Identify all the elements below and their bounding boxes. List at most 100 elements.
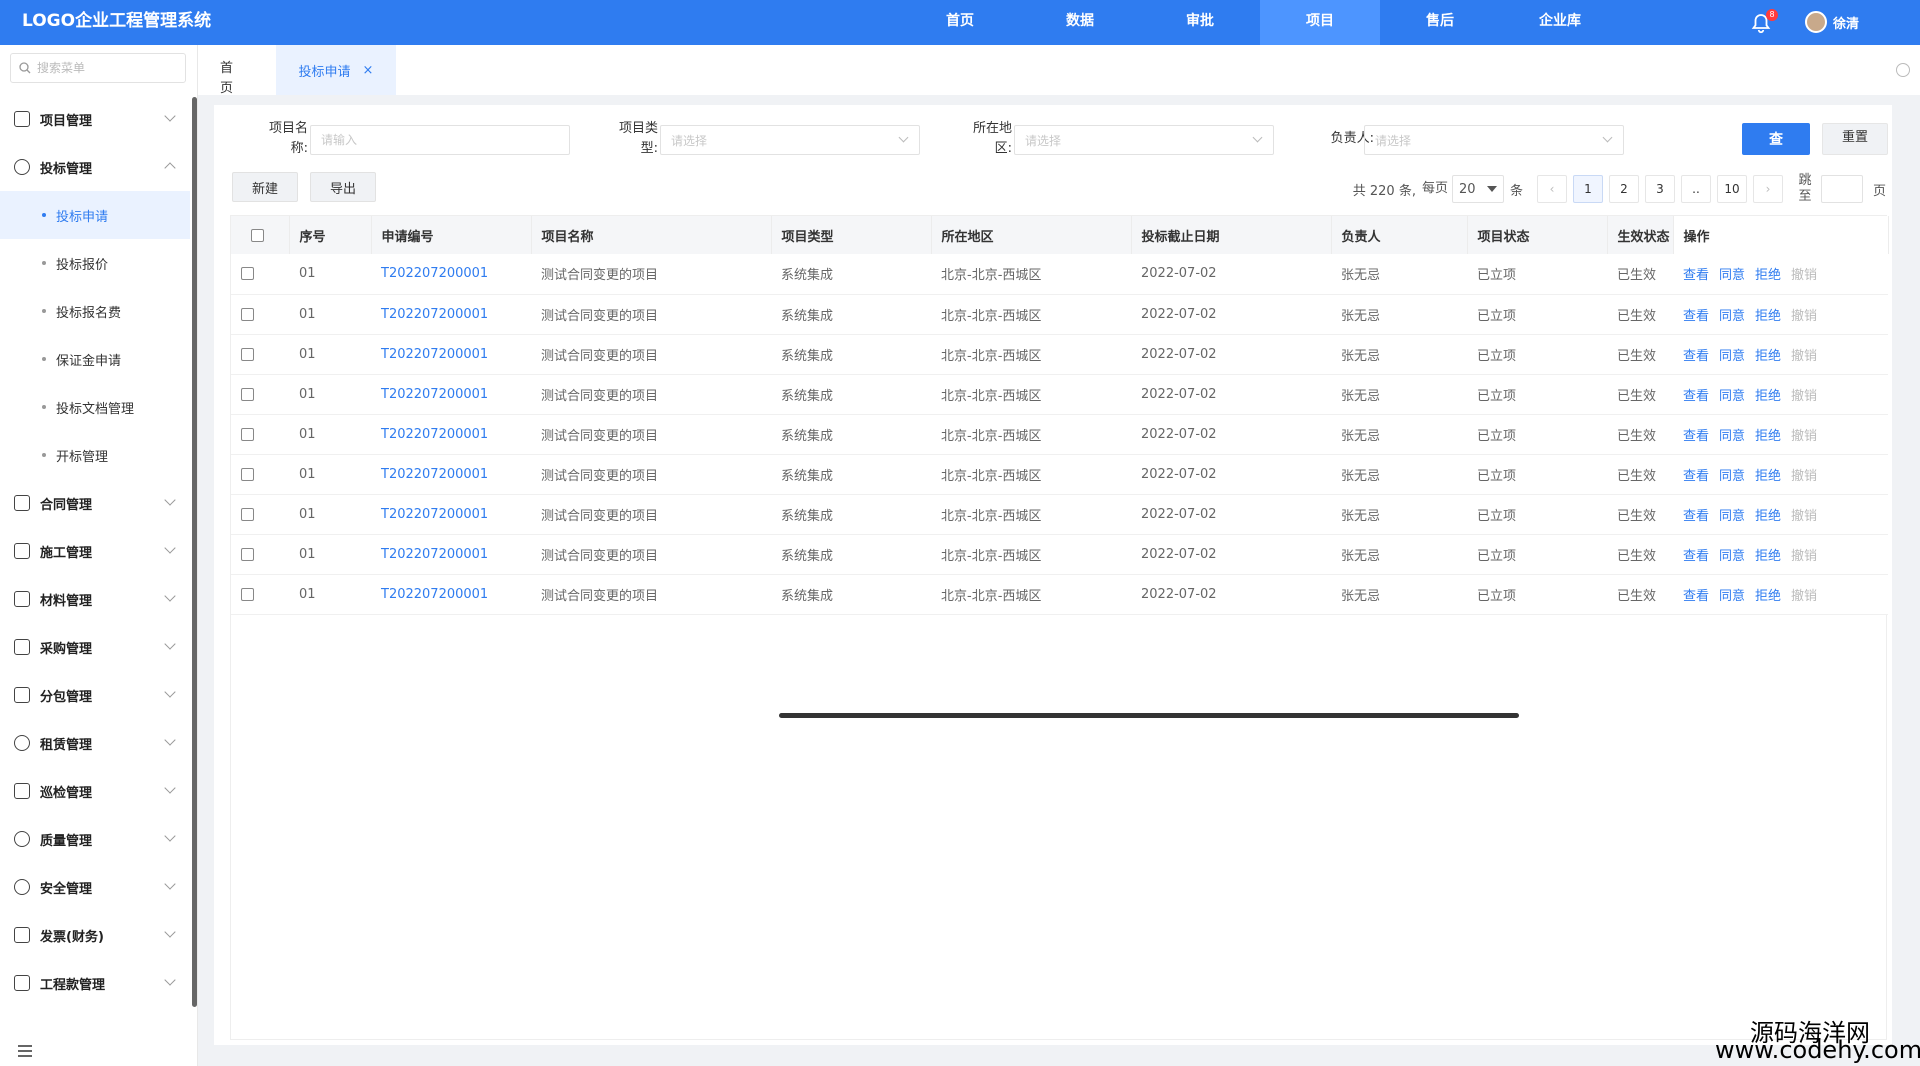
user-menu[interactable]: 徐清 xyxy=(1805,10,1859,34)
reject-button[interactable]: 拒绝 xyxy=(1755,349,1781,364)
table-row[interactable]: 01 T202207200001 测试合同变更的项目 系统集成 北京-北京-西城区 202… xyxy=(231,254,1888,295)
project-type-select[interactable]: 请选择 xyxy=(660,125,920,155)
sidebar-subitem-bid-registration-fee[interactable]: 投标报名费 xyxy=(0,287,190,335)
table-row[interactable]: 01 T202207200001 测试合同变更的项目 系统集成 北京-北京-西城区 202… xyxy=(231,414,1888,455)
table-row[interactable]: 01 T202207200001 测试合同变更的项目 系统集成 北京-北京-西城区 202… xyxy=(231,374,1888,415)
row-checkbox[interactable] xyxy=(241,387,254,401)
table-row[interactable]: 01 T202207200001 测试合同变更的项目 系统集成 北京-北京-西城区 202… xyxy=(231,534,1888,575)
menu-search-input[interactable] xyxy=(37,61,177,75)
user-name[interactable]: 徐清 xyxy=(1833,13,1859,32)
tab-bid-application[interactable]: 投标申请 × xyxy=(276,45,396,95)
view-button[interactable]: 查看 xyxy=(1683,309,1709,324)
cell-code[interactable]: T202207200001 xyxy=(371,494,531,535)
region-select[interactable]: 请选择 xyxy=(1014,125,1274,155)
sidebar-subitem-bid-quote[interactable]: 投标报价 xyxy=(0,239,190,287)
approve-button[interactable]: 同意 xyxy=(1719,429,1745,444)
table-row[interactable]: 01 T202207200001 测试合同变更的项目 系统集成 北京-北京-西城区 202… xyxy=(231,294,1888,335)
reject-button[interactable]: 拒绝 xyxy=(1755,469,1781,484)
sidebar-item-contract-management[interactable]: 合同管理 xyxy=(0,479,190,527)
table-row[interactable]: 01 T202207200001 测试合同变更的项目 系统集成 北京-北京-西城区 202… xyxy=(231,574,1888,615)
collapse-menu-icon[interactable] xyxy=(18,1045,32,1057)
cell-code[interactable]: T202207200001 xyxy=(371,334,531,375)
table-horizontal-scrollbar[interactable] xyxy=(779,713,1519,718)
sidebar-item-lease-management[interactable]: 租赁管理 xyxy=(0,719,190,767)
page-3[interactable]: 3 xyxy=(1644,175,1675,203)
sidebar-subitem-bid-document-management[interactable]: 投标文档管理 xyxy=(0,383,190,431)
revoke-button[interactable]: 撤销 xyxy=(1791,349,1817,364)
nav-home[interactable]: 首页 xyxy=(900,0,1020,45)
tabs-more-icon[interactable] xyxy=(1896,63,1910,77)
view-button[interactable]: 查看 xyxy=(1683,349,1709,364)
sidebar-item-procurement-management[interactable]: 采购管理 xyxy=(0,623,190,671)
reject-button[interactable]: 拒绝 xyxy=(1755,509,1781,524)
row-checkbox[interactable] xyxy=(241,467,254,481)
sidebar-item-bid-management[interactable]: 投标管理 xyxy=(0,143,190,191)
cell-code[interactable]: T202207200001 xyxy=(371,574,531,615)
reject-button[interactable]: 拒绝 xyxy=(1755,309,1781,324)
row-checkbox[interactable] xyxy=(241,347,254,361)
sidebar-item-subcontract-management[interactable]: 分包管理 xyxy=(0,671,190,719)
cell-code[interactable]: T202207200001 xyxy=(371,414,531,455)
view-button[interactable]: 查看 xyxy=(1683,509,1709,524)
owner-select[interactable]: 请选择 xyxy=(1364,125,1624,155)
page-ellipsis[interactable]: .. xyxy=(1680,175,1711,203)
view-button[interactable]: 查看 xyxy=(1683,268,1709,283)
reject-button[interactable]: 拒绝 xyxy=(1755,268,1781,283)
sidebar-item-construction-management[interactable]: 施工管理 xyxy=(0,527,190,575)
sidebar-scrollbar[interactable] xyxy=(192,97,197,1007)
view-button[interactable]: 查看 xyxy=(1683,589,1709,604)
cell-code[interactable]: T202207200001 xyxy=(371,534,531,575)
revoke-button[interactable]: 撤销 xyxy=(1791,389,1817,404)
sidebar-subitem-bid-application[interactable]: 投标申请 xyxy=(0,191,190,239)
revoke-button[interactable]: 撤销 xyxy=(1791,429,1817,444)
approve-button[interactable]: 同意 xyxy=(1719,389,1745,404)
select-all-checkbox[interactable] xyxy=(251,228,264,242)
revoke-button[interactable]: 撤销 xyxy=(1791,589,1817,604)
table-row[interactable]: 01 T202207200001 测试合同变更的项目 系统集成 北京-北京-西城区 202… xyxy=(231,454,1888,495)
view-button[interactable]: 查看 xyxy=(1683,469,1709,484)
project-name-input[interactable] xyxy=(310,125,570,155)
view-button[interactable]: 查看 xyxy=(1683,429,1709,444)
approve-button[interactable]: 同意 xyxy=(1719,469,1745,484)
goto-page-input[interactable] xyxy=(1820,175,1863,203)
avatar[interactable] xyxy=(1805,11,1827,33)
page-1[interactable]: 1 xyxy=(1572,175,1603,203)
approve-button[interactable]: 同意 xyxy=(1719,349,1745,364)
page-size-select[interactable]: 20 xyxy=(1451,175,1504,203)
sidebar-item-payment-management[interactable]: 工程款管理 xyxy=(0,959,190,1007)
sidebar-item-safety-management[interactable]: 安全管理 xyxy=(0,863,190,911)
new-button[interactable]: 新建 xyxy=(232,172,298,202)
approve-button[interactable]: 同意 xyxy=(1719,549,1745,564)
row-checkbox[interactable] xyxy=(241,507,254,521)
next-page-button[interactable]: › xyxy=(1752,175,1783,203)
sidebar-subitem-deposit-application[interactable]: 保证金申请 xyxy=(0,335,190,383)
cell-code[interactable]: T202207200001 xyxy=(371,294,531,335)
close-icon[interactable]: × xyxy=(363,63,374,78)
nav-after-sales[interactable]: 售后 xyxy=(1380,0,1500,45)
notification-bell-icon[interactable]: 8 xyxy=(1750,9,1778,34)
revoke-button[interactable]: 撤销 xyxy=(1791,268,1817,283)
table-row[interactable]: 01 T202207200001 测试合同变更的项目 系统集成 北京-北京-西城区 202… xyxy=(231,494,1888,535)
row-checkbox[interactable] xyxy=(241,547,254,561)
sidebar-item-quality-management[interactable]: 质量管理 xyxy=(0,815,190,863)
export-button[interactable]: 导出 xyxy=(310,172,376,202)
view-button[interactable]: 查看 xyxy=(1683,549,1709,564)
cell-code[interactable]: T202207200001 xyxy=(371,374,531,415)
query-button[interactable]: 查 xyxy=(1742,123,1810,155)
table-row[interactable]: 01 T202207200001 测试合同变更的项目 系统集成 北京-北京-西城区 202… xyxy=(231,334,1888,375)
sidebar-item-inspection-management[interactable]: 巡检管理 xyxy=(0,767,190,815)
reset-button[interactable]: 重置 xyxy=(1822,123,1888,155)
reject-button[interactable]: 拒绝 xyxy=(1755,389,1781,404)
cell-code[interactable]: T202207200001 xyxy=(371,254,531,295)
approve-button[interactable]: 同意 xyxy=(1719,268,1745,283)
page-2[interactable]: 2 xyxy=(1608,175,1639,203)
approve-button[interactable]: 同意 xyxy=(1719,309,1745,324)
nav-approval[interactable]: 审批 xyxy=(1140,0,1260,45)
cell-code[interactable]: T202207200001 xyxy=(371,454,531,495)
revoke-button[interactable]: 撤销 xyxy=(1791,469,1817,484)
menu-search[interactable] xyxy=(10,53,186,83)
prev-page-button[interactable]: ‹ xyxy=(1536,175,1567,203)
revoke-button[interactable]: 撤销 xyxy=(1791,549,1817,564)
page-10[interactable]: 10 xyxy=(1716,175,1747,203)
approve-button[interactable]: 同意 xyxy=(1719,509,1745,524)
